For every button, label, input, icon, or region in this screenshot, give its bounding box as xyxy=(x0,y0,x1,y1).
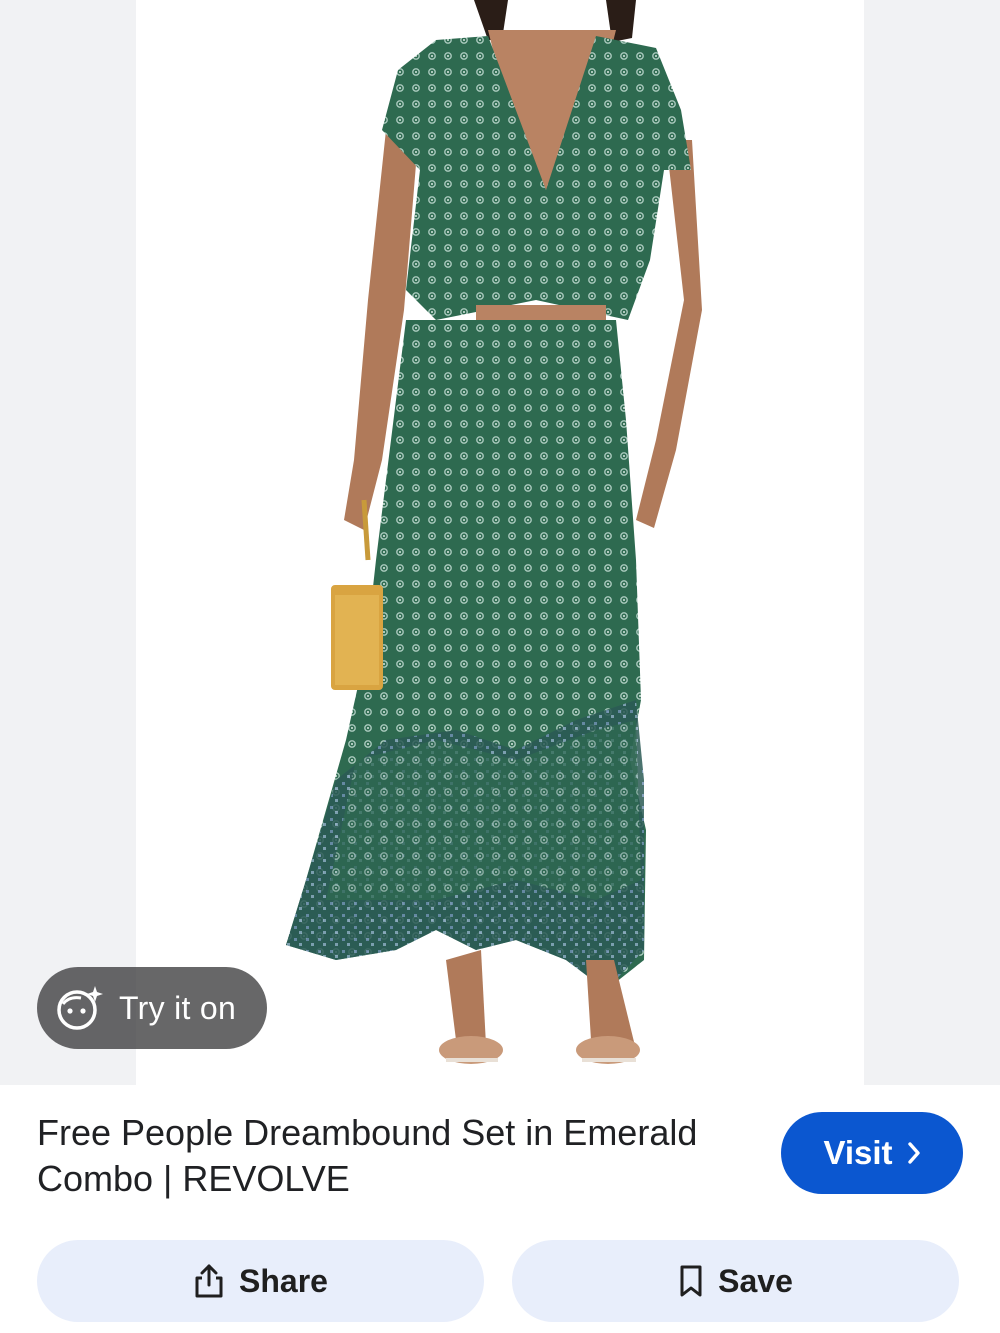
face-sparkle-icon xyxy=(55,984,103,1032)
bookmark-icon xyxy=(678,1264,704,1298)
try-it-on-button[interactable]: Try it on xyxy=(37,967,267,1049)
visit-button[interactable]: Visit xyxy=(781,1112,963,1194)
save-button[interactable]: Save xyxy=(512,1240,959,1322)
share-icon xyxy=(193,1263,225,1299)
share-label: Share xyxy=(239,1262,328,1299)
save-label: Save xyxy=(718,1262,793,1299)
chevron-right-icon xyxy=(907,1141,921,1165)
product-image-area: Try it on xyxy=(0,0,1000,1085)
visit-label: Visit xyxy=(823,1134,893,1171)
model-illustration xyxy=(286,0,702,1064)
try-it-on-label: Try it on xyxy=(119,989,237,1026)
product-image[interactable] xyxy=(136,0,864,1085)
product-title[interactable]: Free People Dreambound Set in Emerald Co… xyxy=(37,1110,737,1202)
product-detail-page: Try it on Free People Dreambound Set in … xyxy=(0,0,1000,1333)
share-button[interactable]: Share xyxy=(37,1240,484,1322)
